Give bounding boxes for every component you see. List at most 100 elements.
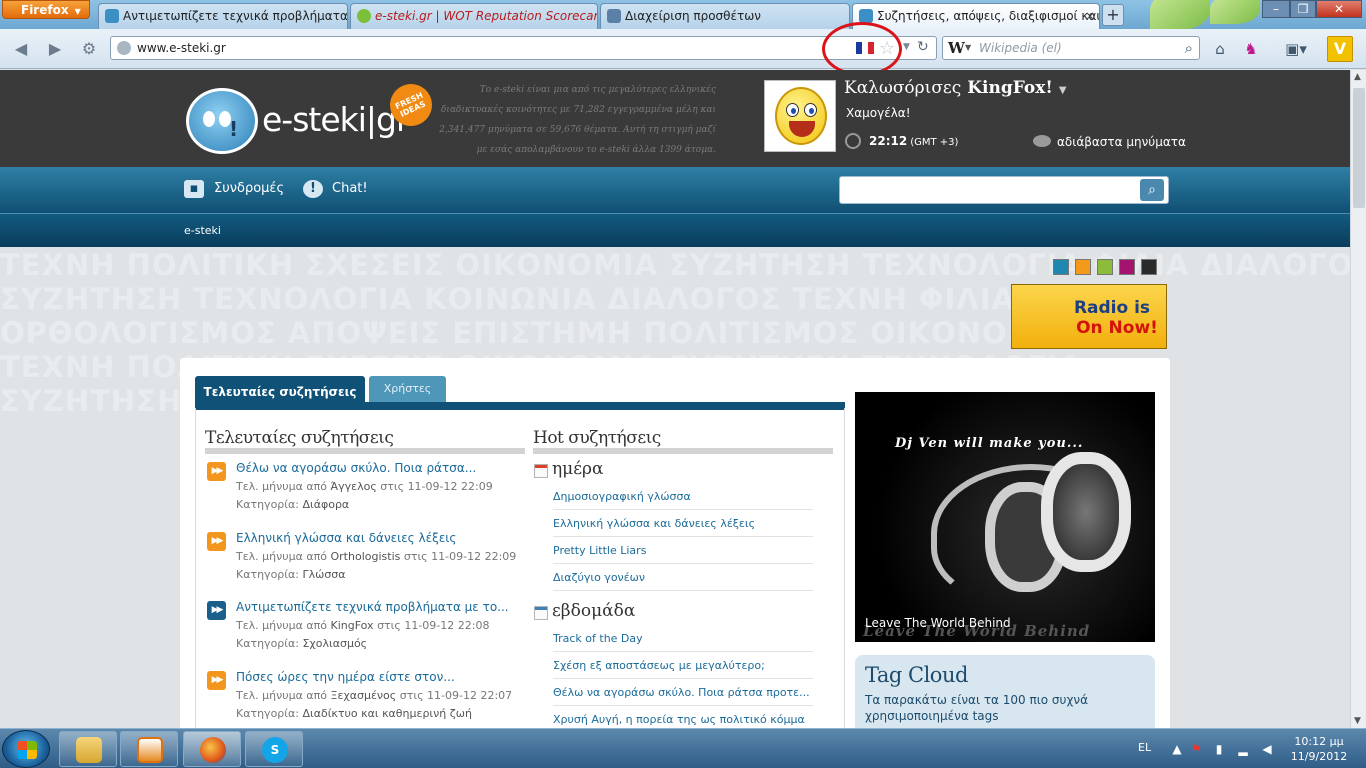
discussion-title-link[interactable]: Πόσες ώρες την ημέρα είστε στον... (236, 670, 455, 684)
taskbar-explorer[interactable] (59, 731, 117, 767)
search-icon[interactable]: ⌕ (1185, 39, 1193, 57)
wikipedia-icon[interactable]: W (948, 39, 965, 57)
logo-exclamation: ! (229, 117, 239, 141)
url-text[interactable]: www.e-steki.gr (137, 41, 226, 55)
search-placeholder[interactable]: Wikipedia (el) (979, 41, 1062, 55)
scroll-up-icon[interactable]: ▲ (1354, 72, 1361, 82)
forward-icon[interactable]: ▶ (44, 39, 66, 59)
meta-text: Τελ. μήνυμα από (236, 689, 327, 702)
scrollbar-thumb[interactable] (1353, 88, 1365, 208)
welcome-greeting: Καλωσόρισες KingFox! ▼ (844, 78, 1067, 98)
bookmarks-menu-icon[interactable]: ▣▾ (1281, 39, 1311, 59)
greeting-text: Καλωσόρισες (844, 78, 962, 98)
new-tab-button[interactable]: + (1102, 4, 1124, 26)
theme-swatch[interactable] (1141, 259, 1157, 275)
breadcrumb-home[interactable]: e-steki (184, 224, 221, 237)
taskbar-skype[interactable]: S (245, 731, 303, 767)
back-icon[interactable]: ◀ (10, 39, 32, 59)
nav-chat[interactable]: Chat! (332, 181, 368, 196)
reload-icon[interactable]: ↻ (917, 39, 929, 55)
hot-discussion-link[interactable]: Pretty Little Liars (553, 544, 813, 564)
firefox-icon (200, 737, 226, 763)
hot-day-subheading: ημέρα (552, 459, 604, 479)
minimize-button[interactable]: – (1262, 0, 1290, 18)
firefox-menu-button[interactable]: Firefox ▼ (2, 0, 90, 19)
discussion-author[interactable]: KingFox (331, 619, 374, 632)
theme-swatch[interactable] (1075, 259, 1091, 275)
scroll-down-icon[interactable]: ▼ (1354, 716, 1361, 726)
language-indicator[interactable]: EL (1138, 741, 1151, 754)
theme-swatch[interactable] (1097, 259, 1113, 275)
start-button[interactable] (2, 730, 50, 768)
hot-discussion-link[interactable]: Track of the Day (553, 632, 813, 652)
taskbar-firefox[interactable] (183, 731, 241, 767)
heading-rule (205, 448, 525, 454)
tag-cloud-title: Tag Cloud (865, 663, 968, 687)
addon-toolbar-icon[interactable]: ⚙ (78, 39, 100, 59)
discussion-title-link[interactable]: Αντιμετωπίζετε τεχνικά προβλήματα με το.… (236, 600, 509, 614)
close-tab-icon[interactable]: × (1085, 4, 1095, 28)
url-history-dropdown-icon[interactable]: ▼ (903, 42, 910, 52)
discussion-author[interactable]: Orthologistis (331, 550, 401, 563)
discussion-category-link[interactable]: Σχολιασμός (302, 637, 367, 650)
tab-users[interactable]: Χρήστες (369, 376, 446, 402)
action-center-icon[interactable]: ⚑ (1189, 742, 1203, 756)
chevron-down-icon[interactable]: ▼ (1059, 85, 1067, 96)
discussion-author[interactable]: Άγγελος (331, 480, 377, 493)
meta-text: Τελ. μήνυμα από (236, 550, 327, 563)
site-identity-icon[interactable] (117, 41, 131, 55)
hot-discussion-link[interactable]: Ελληνική γλώσσα και δάνειες λέξεις (553, 517, 813, 537)
discussion-author[interactable]: Ξεχασμένος (331, 689, 397, 702)
dj-ven-banner[interactable]: Dj Ven will make you... Leave The World … (855, 392, 1155, 642)
discussion-title-link[interactable]: Θέλω να αγοράσω σκύλο. Ποια ράτσα... (236, 461, 476, 475)
address-bar[interactable]: www.e-steki.gr ☆ ▼ ↻ (110, 36, 937, 60)
heading-rule (533, 448, 833, 454)
messages-icon[interactable] (1033, 135, 1051, 147)
nav-subscriptions[interactable]: Συνδρομές (214, 181, 284, 196)
headphones-right-cup (1041, 452, 1131, 572)
tray-clock[interactable]: 10:12 μμ 11/9/2012 (1283, 734, 1355, 764)
page-scrollbar[interactable]: ▲ ▼ (1350, 70, 1366, 728)
clock-icon (845, 133, 861, 149)
tab-wot-scorecard[interactable]: e-steki.gr | WOT Reputation Scorecard... (350, 3, 598, 29)
theme-swatch[interactable] (1053, 259, 1069, 275)
search-engine-dropdown-icon[interactable]: ▼ (965, 43, 971, 52)
taskbar-media-player[interactable] (120, 731, 178, 767)
hot-discussion-link[interactable]: Θέλω να αγοράσω σκύλο. Ποια ράτσα προτε.… (553, 686, 813, 706)
site-search-icon[interactable]: ⌕ (1140, 179, 1164, 201)
hot-discussion-link[interactable]: Δημοσιογραφική γλώσσα (553, 490, 813, 510)
discussion-category-link[interactable]: Διαδίκτυο και καθημερινή ζωή (302, 707, 471, 720)
tray-arrow-icon[interactable]: ▲ (1170, 742, 1184, 756)
theme-swatch[interactable] (1119, 259, 1135, 275)
tag-cloud-description: Τα παρακάτω είναι τα 100 πιο συχνά χρησι… (865, 693, 1089, 723)
timezone-label: (GMT +3) (910, 137, 959, 148)
unread-messages-link[interactable]: αδιάβαστα μηνύματα (1057, 135, 1186, 149)
username-menu[interactable]: KingFox! (967, 78, 1053, 98)
maximize-button[interactable]: ❐ (1290, 0, 1316, 18)
tab-esteki-discussions[interactable]: Συζητήσεις, απόψεις, διαξιφισμοί και... … (852, 3, 1100, 29)
tab-technical-problems[interactable]: Αντιμετωπίζετε τεχνικά προβλήματα... (98, 3, 348, 29)
discussion-title-link[interactable]: Ελληνική γλώσσα και δάνειες λέξεις (236, 531, 456, 545)
discussion-category-link[interactable]: Γλώσσα (302, 568, 345, 581)
site-logo-text[interactable]: e-steki|gr (262, 100, 410, 139)
search-bar[interactable]: W ▼ Wikipedia (el) ⌕ (942, 36, 1200, 60)
category-label: Κατηγορία: (236, 707, 299, 720)
hot-discussion-link[interactable]: Σχέση εξ αποστάσεως με μεγαλύτερο; (553, 659, 813, 679)
discussion-category-link[interactable]: Διάφορα (302, 498, 349, 511)
volume-icon[interactable]: ◀ (1260, 742, 1274, 756)
radio-on-now-banner[interactable]: Radio is On Now! (1011, 284, 1167, 349)
hot-discussion-link[interactable]: Χρυσή Αυγή, η πορεία της ως πολιτικό κόμ… (553, 713, 813, 728)
esteki-logo-icon[interactable]: ! (186, 88, 258, 154)
tab-title: Συζητήσεις, απόψεις, διαξιφισμοί και... (877, 9, 1100, 23)
home-icon[interactable]: ⌂ (1210, 39, 1230, 59)
addon-figure-icon[interactable]: ♞ (1241, 39, 1261, 59)
close-window-button[interactable]: ✕ (1316, 0, 1362, 18)
avatar[interactable] (764, 80, 836, 152)
dj-banner-caption: Leave The World Behind (865, 616, 1011, 630)
battery-icon[interactable]: ▮ (1212, 742, 1226, 756)
addon-v-button[interactable]: V (1327, 36, 1353, 62)
hot-discussion-link[interactable]: Διαζύγιο γονέων (553, 571, 813, 591)
network-signal-icon[interactable]: ▂ (1236, 742, 1250, 756)
site-search-input[interactable]: ⌕ (839, 176, 1169, 204)
tab-addons-manager[interactable]: Διαχείριση προσθέτων (600, 3, 850, 29)
